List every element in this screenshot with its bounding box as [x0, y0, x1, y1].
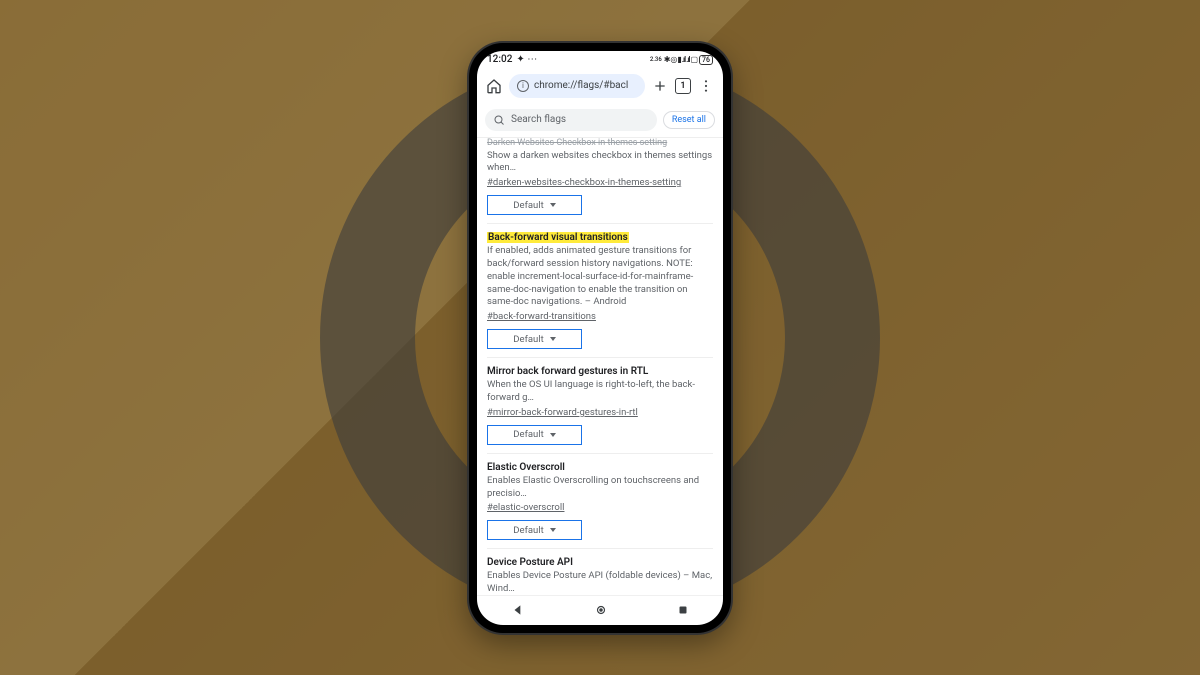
- flag-description: Enables Elastic Overscrolling on touchsc…: [487, 475, 713, 501]
- dropdown-value: Default: [513, 200, 543, 211]
- menu-icon[interactable]: [697, 77, 715, 95]
- chevron-down-icon: [550, 337, 556, 341]
- flag-item: Back-forward visual transitions If enabl…: [487, 224, 713, 358]
- flag-title: Mirror back forward gestures in RTL: [487, 366, 713, 377]
- omnibox[interactable]: i chrome://flags/#bacl: [509, 74, 645, 98]
- chevron-down-icon: [550, 528, 556, 532]
- omnibox-url: chrome://flags/#bacl: [534, 80, 628, 91]
- flag-item: Device Posture API Enables Device Postur…: [487, 549, 713, 594]
- flag-dropdown[interactable]: Default: [487, 329, 582, 349]
- flag-link[interactable]: #darken-websites-checkbox-in-themes-sett…: [487, 177, 681, 188]
- flag-item: Elastic Overscroll Enables Elastic Overs…: [487, 454, 713, 550]
- flag-description: Show a darken websites checkbox in theme…: [487, 150, 713, 176]
- nav-back-icon[interactable]: [511, 603, 525, 617]
- new-tab-icon[interactable]: [651, 77, 669, 95]
- status-kb-rate: 2.36: [650, 56, 662, 63]
- flag-link[interactable]: #elastic-overscroll: [487, 502, 564, 513]
- dropdown-value: Default: [513, 429, 543, 440]
- status-signal-icons: ✱ ◎ ▮ .ıl .ıl ▢: [664, 55, 697, 64]
- chevron-down-icon: [550, 203, 556, 207]
- flag-item: Darken Websites Checkbox in themes setti…: [487, 138, 713, 225]
- reset-all-button[interactable]: Reset all: [663, 111, 715, 129]
- search-placeholder: Search flags: [511, 114, 566, 125]
- browser-toolbar: i chrome://flags/#bacl 1: [477, 69, 723, 103]
- flag-description: When the OS UI language is right-to-left…: [487, 379, 713, 405]
- dropdown-value: Default: [513, 334, 543, 345]
- site-info-icon[interactable]: i: [517, 80, 529, 92]
- status-bar: 12:02 ✦ ⋯ 2.36 ✱ ◎ ▮ .ıl .ıl ▢ 76: [477, 51, 723, 69]
- flags-search-row: Search flags Reset all: [477, 103, 723, 138]
- flag-link[interactable]: #back-forward-transitions: [487, 311, 596, 322]
- phone-screen: 12:02 ✦ ⋯ 2.36 ✱ ◎ ▮ .ıl .ıl ▢ 76 i chro…: [477, 51, 723, 625]
- search-input[interactable]: Search flags: [485, 109, 657, 131]
- flag-title: Device Posture API: [487, 557, 713, 568]
- stage-background: 12:02 ✦ ⋯ 2.36 ✱ ◎ ▮ .ıl .ıl ▢ 76 i chro…: [0, 0, 1200, 675]
- flag-title: Back-forward visual transitions: [487, 232, 629, 243]
- home-icon[interactable]: [485, 77, 503, 95]
- battery-icon: 76: [699, 55, 713, 65]
- flag-description: If enabled, adds animated gesture transi…: [487, 245, 713, 309]
- flag-item: Mirror back forward gestures in RTL When…: [487, 358, 713, 454]
- tab-switcher[interactable]: 1: [675, 78, 691, 94]
- tab-count: 1: [680, 81, 685, 91]
- flag-link[interactable]: #mirror-back-forward-gestures-in-rtl: [487, 407, 638, 418]
- flag-title: Elastic Overscroll: [487, 462, 713, 473]
- status-indicator-icon: ✦ ⋯: [516, 54, 537, 65]
- nav-home-icon[interactable]: [594, 603, 608, 617]
- search-icon: [493, 114, 505, 126]
- flags-list[interactable]: Darken Websites Checkbox in themes setti…: [477, 138, 723, 595]
- status-time: 12:02: [487, 54, 512, 65]
- nav-recents-icon[interactable]: [677, 604, 689, 616]
- flag-title: Darken Websites Checkbox in themes setti…: [487, 138, 713, 148]
- flag-dropdown[interactable]: Default: [487, 520, 582, 540]
- system-nav-bar: [477, 595, 723, 625]
- dropdown-value: Default: [513, 525, 543, 536]
- chevron-down-icon: [550, 433, 556, 437]
- phone-frame: 12:02 ✦ ⋯ 2.36 ✱ ◎ ▮ .ıl .ıl ▢ 76 i chro…: [469, 43, 731, 633]
- flag-dropdown[interactable]: Default: [487, 195, 582, 215]
- flag-dropdown[interactable]: Default: [487, 425, 582, 445]
- flag-description: Enables Device Posture API (foldable dev…: [487, 570, 713, 594]
